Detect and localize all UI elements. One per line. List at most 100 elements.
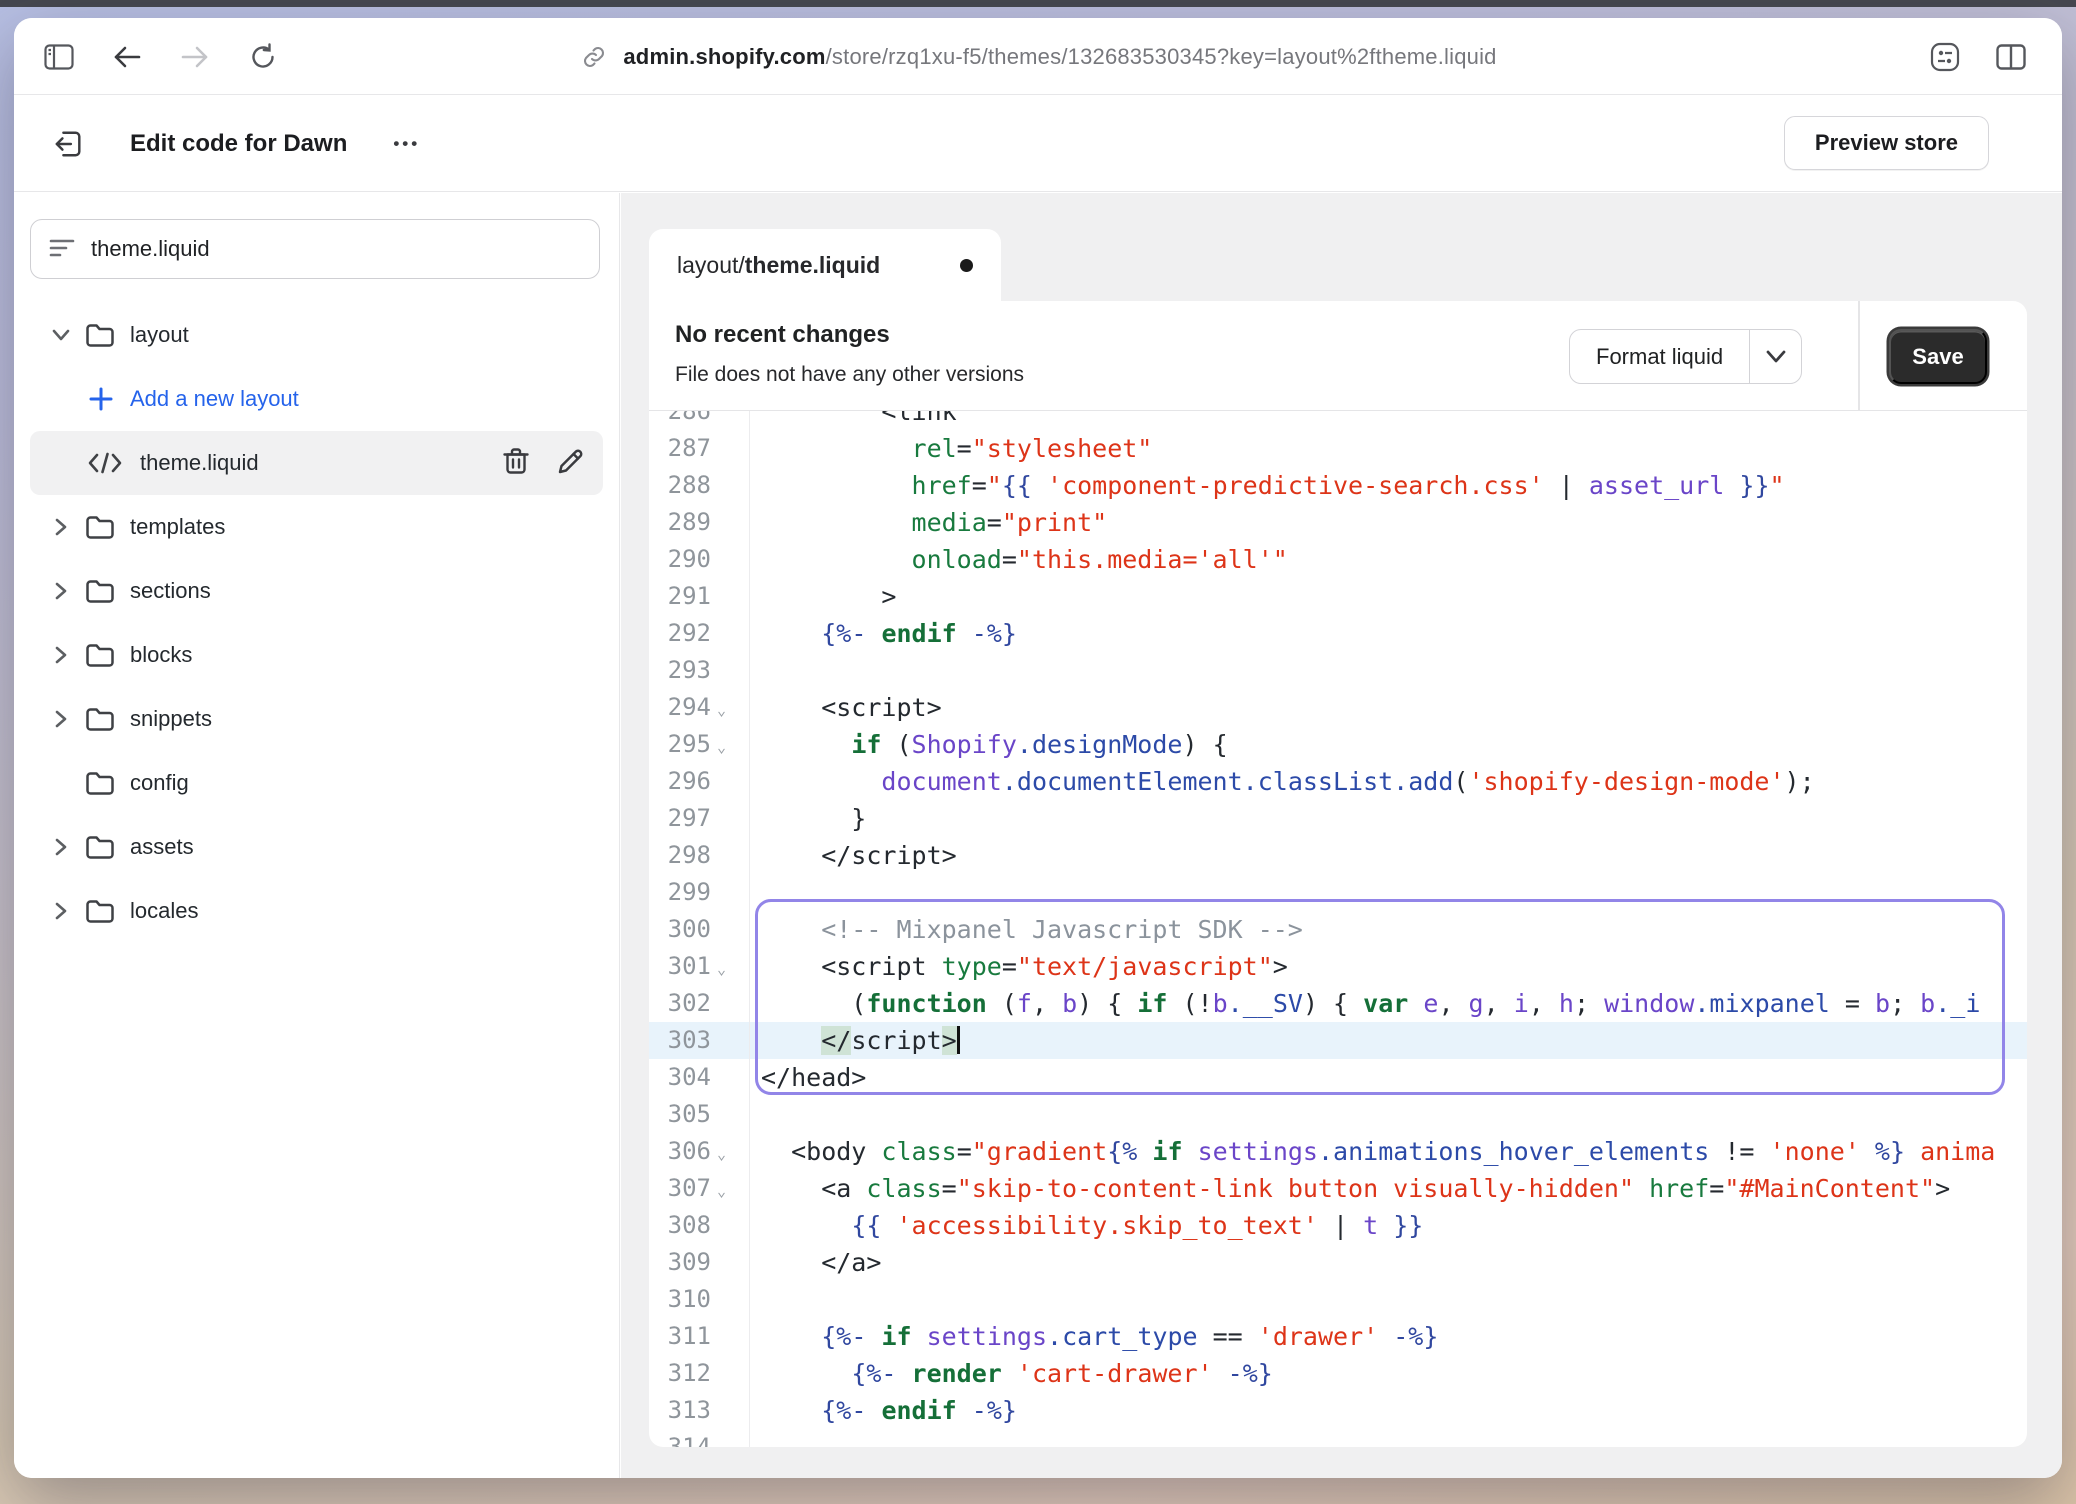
format-liquid-button[interactable]: Format liquid — [1569, 329, 1802, 384]
preview-store-button[interactable]: Preview store — [1784, 116, 1989, 170]
code-text: {%- if settings.cart_type == 'drawer' -%… — [761, 1318, 1438, 1355]
code-line-295[interactable]: 295⌄ if (Shopify.designMode) { — [649, 726, 2027, 763]
code-line-300[interactable]: 300 <!-- Mixpanel Javascript SDK --> — [649, 911, 2027, 948]
tree-item-label: sections — [130, 578, 211, 604]
code-line-296[interactable]: 296 document.documentElement.classList.a… — [649, 763, 2027, 800]
line-number: 306 — [649, 1133, 711, 1170]
sidebar-item-snippets[interactable]: snippets — [30, 687, 603, 751]
line-number: 305 — [649, 1096, 711, 1133]
code-text: <body class="gradient{% if settings.anim… — [761, 1133, 1995, 1170]
folder-icon — [78, 706, 122, 732]
url-path: /store/rzq1xu-f5/themes/132683530345?key… — [826, 44, 1497, 69]
code-line-288[interactable]: 288 href="{{ 'component-predictive-searc… — [649, 467, 2027, 504]
code-line-312[interactable]: 312 {%- render 'cart-drawer' -%} — [649, 1355, 2027, 1392]
code-line-293[interactable]: 293 — [649, 652, 2027, 689]
code-line-303[interactable]: 303 </script> — [649, 1022, 2027, 1059]
line-number: 301 — [649, 948, 711, 985]
fold-chevron-icon[interactable]: ⌄ — [717, 729, 741, 766]
chevron-right-icon[interactable] — [44, 838, 78, 856]
code-text: media="print" — [761, 504, 1107, 541]
code-line-301[interactable]: 301⌄ <script type="text/javascript"> — [649, 948, 2027, 985]
code-line-314[interactable]: 314 — [649, 1429, 2027, 1447]
fold-chevron-icon[interactable]: ⌄ — [717, 692, 741, 729]
file-tree: layoutAdd a new layout theme.liquid templa… — [30, 303, 603, 943]
page-title: Edit code for Dawn — [130, 130, 347, 158]
plus-icon — [84, 387, 118, 411]
chevron-right-icon[interactable] — [44, 710, 78, 728]
code-line-307[interactable]: 307⌄ <a class="skip-to-content-link butt… — [649, 1170, 2027, 1207]
code-line-290[interactable]: 290 onload="this.media='all'" — [649, 541, 2027, 578]
code-line-313[interactable]: 313 {%- endif -%} — [649, 1392, 2027, 1429]
code-line-286[interactable]: 286 <link — [649, 411, 2027, 430]
folder-icon — [78, 898, 122, 924]
code-text: {{ 'accessibility.skip_to_text' | t }} — [761, 1207, 1423, 1244]
fold-chevron-icon[interactable]: ⌄ — [717, 1173, 741, 1210]
tab-label: layout/theme.liquid — [677, 252, 880, 279]
extensions-icon[interactable] — [1930, 42, 1960, 72]
folder-icon — [78, 578, 122, 604]
code-text: {%- endif -%} — [761, 615, 1017, 652]
exit-editor-icon[interactable] — [54, 129, 84, 159]
code-line-310[interactable]: 310 — [649, 1281, 2027, 1318]
code-text: onload="this.media='all'" — [761, 541, 1288, 578]
delete-file-icon[interactable] — [503, 447, 529, 480]
rename-file-icon[interactable] — [557, 447, 585, 480]
line-number: 298 — [649, 837, 711, 874]
code-line-287[interactable]: 287 rel="stylesheet" — [649, 430, 2027, 467]
line-number: 286 — [649, 411, 711, 430]
fold-chevron-icon[interactable]: ⌄ — [717, 1136, 741, 1173]
tree-item-label: locales — [130, 898, 198, 924]
sidebar-item-layout[interactable]: layout — [30, 303, 603, 367]
chevron-right-icon[interactable] — [44, 582, 78, 600]
code-text: document.documentElement.classList.add('… — [761, 763, 1815, 800]
sidebar-item-assets[interactable]: assets — [30, 815, 603, 879]
code-line-304[interactable]: 304</head> — [649, 1059, 2027, 1096]
tree-item-label: theme.liquid — [140, 450, 259, 476]
code-line-291[interactable]: 291 > — [649, 578, 2027, 615]
code-line-297[interactable]: 297 } — [649, 800, 2027, 837]
code-line-309[interactable]: 309 </a> — [649, 1244, 2027, 1281]
code-line-299[interactable]: 299 — [649, 874, 2027, 911]
filter-icon — [49, 237, 75, 262]
save-button[interactable]: Save — [1889, 329, 1987, 384]
split-view-icon[interactable] — [1996, 42, 2026, 72]
code-line-305[interactable]: 305 — [649, 1096, 2027, 1133]
line-number: 292 — [649, 615, 711, 652]
more-actions-button[interactable]: ••• — [393, 134, 420, 154]
code-line-298[interactable]: 298 </script> — [649, 837, 2027, 874]
tab-theme-liquid[interactable]: layout/theme.liquid — [649, 229, 1001, 302]
search-input[interactable] — [91, 236, 581, 262]
code-line-292[interactable]: 292 {%- endif -%} — [649, 615, 2027, 652]
chevron-down-icon[interactable] — [44, 329, 78, 341]
code-line-311[interactable]: 311 {%- if settings.cart_type == 'drawer… — [649, 1318, 2027, 1355]
sidebar-item-config[interactable]: config — [30, 751, 603, 815]
sidebar-item-locales[interactable]: locales — [30, 879, 603, 943]
code-line-308[interactable]: 308 {{ 'accessibility.skip_to_text' | t … — [649, 1207, 2027, 1244]
browser-window: admin.shopify.com/store/rzq1xu-f5/themes… — [14, 18, 2062, 1478]
chevron-right-icon[interactable] — [44, 902, 78, 920]
chevron-right-icon[interactable] — [44, 518, 78, 536]
chevron-right-icon[interactable] — [44, 646, 78, 664]
code-text: <a class="skip-to-content-link button vi… — [761, 1170, 1950, 1207]
file-search-box[interactable] — [30, 219, 600, 279]
sidebar-item-templates[interactable]: templates — [30, 495, 603, 559]
code-line-289[interactable]: 289 media="print" — [649, 504, 2027, 541]
fold-chevron-icon[interactable]: ⌄ — [717, 951, 741, 988]
code-line-294[interactable]: 294⌄ <script> — [649, 689, 2027, 726]
line-number: 311 — [649, 1318, 711, 1355]
sidebar-item-sections[interactable]: sections — [30, 559, 603, 623]
browser-toolbar: admin.shopify.com/store/rzq1xu-f5/themes… — [14, 18, 2062, 95]
text-cursor — [957, 1026, 960, 1054]
address-bar[interactable]: admin.shopify.com/store/rzq1xu-f5/themes… — [14, 18, 2062, 95]
code-text: <link — [761, 411, 957, 430]
code-line-306[interactable]: 306⌄ <body class="gradient{% if settings… — [649, 1133, 2027, 1170]
url-text: admin.shopify.com/store/rzq1xu-f5/themes… — [623, 44, 1496, 70]
chevron-down-icon[interactable] — [1749, 330, 1801, 383]
sidebar-add-layout[interactable]: Add a new layout — [30, 367, 603, 431]
editor-main: layout/theme.liquid No recent changes Fi… — [621, 193, 2062, 1478]
code-editor[interactable]: 286 <link287 rel="stylesheet"288 href="{… — [649, 411, 2027, 1447]
code-line-302[interactable]: 302 (function (f, b) { if (!b.__SV) { va… — [649, 985, 2027, 1022]
sidebar-item-theme-liquid[interactable]: theme.liquid — [30, 431, 603, 495]
desktop-background: admin.shopify.com/store/rzq1xu-f5/themes… — [0, 0, 2076, 1504]
sidebar-item-blocks[interactable]: blocks — [30, 623, 603, 687]
